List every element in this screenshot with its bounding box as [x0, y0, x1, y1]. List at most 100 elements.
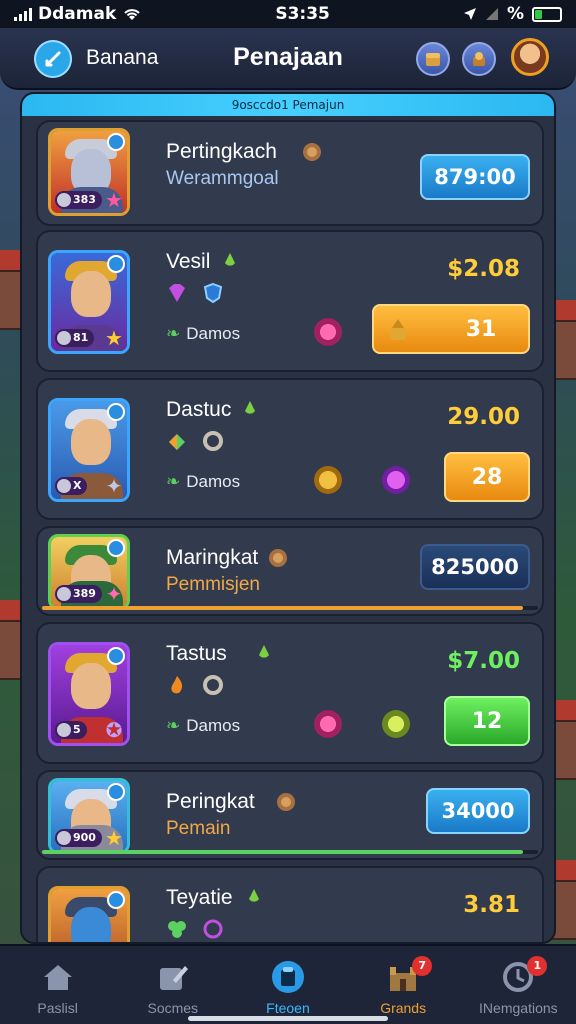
star-icon: ★ — [105, 826, 123, 850]
hero-badge-icon — [107, 255, 125, 273]
nav-grands[interactable]: 7 Grands — [348, 956, 458, 1016]
item-label: ❧ Damos — [166, 716, 241, 735]
chest-icon[interactable] — [416, 42, 450, 76]
profile-avatar[interactable] — [511, 38, 549, 76]
pink-gem-icon — [314, 318, 342, 346]
hero-stat: 383 — [55, 191, 102, 209]
player-subtitle: Pemmisjen — [166, 574, 260, 595]
signal-icon — [14, 7, 32, 21]
hero-stat: 5 — [55, 721, 87, 739]
carrier-label: Ddamak — [38, 4, 117, 24]
silver-ring-icon — [203, 675, 223, 695]
star-icon: ★ — [105, 326, 123, 350]
nav-label: Fteoen — [266, 1000, 310, 1016]
player-subtitle: Pemain — [166, 818, 231, 839]
green-orb-icon — [382, 710, 410, 738]
location-icon — [463, 8, 476, 20]
potion-icon — [238, 398, 262, 422]
price-label: $2.08 — [447, 256, 520, 282]
hero-avatar: 389 ✦ — [48, 534, 130, 610]
panel-banner: 9osccdo1 Pemajun — [22, 94, 554, 116]
edit-icon — [155, 960, 191, 994]
hero-badge-icon — [107, 539, 125, 557]
list-item[interactable]: Teyatie 3.81 — [36, 866, 544, 942]
star-icon: ★ — [105, 188, 123, 212]
nav-scores[interactable]: Socmes — [118, 960, 228, 1016]
buy-button[interactable]: 31 — [372, 304, 530, 354]
bottom-nav: Paslisl Socmes Fteoen 7 Grands 1 INemgat… — [0, 944, 576, 1024]
nav-home[interactable]: Paslisl — [3, 960, 113, 1016]
hero-badge-icon — [107, 133, 125, 151]
purple-swirl-icon — [203, 919, 223, 939]
progress-bar — [42, 606, 538, 610]
nav-notifications[interactable]: 1 INemgations — [463, 956, 573, 1016]
silver-ring-icon — [203, 431, 223, 451]
purple-gem-icon — [169, 284, 185, 302]
hero-avatar: 383 ★ — [48, 128, 130, 216]
list-item[interactable]: 389 ✦ Maringkat Pemmisjen 825000 — [36, 526, 544, 616]
player-name: Vesil — [166, 250, 211, 273]
bronze-medal-icon — [274, 790, 298, 814]
item-label: ❧ Damos — [166, 472, 241, 491]
score-button[interactable]: 34000 — [426, 788, 530, 834]
player-subtitle: Werammgoal — [166, 168, 279, 189]
player-name: Dastuc — [166, 398, 232, 421]
star-icon: ✦ — [105, 582, 123, 606]
no-signal-icon — [485, 8, 498, 20]
pink-gem-icon — [314, 710, 342, 738]
hero-avatar: 900 ★ — [48, 778, 130, 854]
list-item[interactable]: 900 ★ Peringkat Pemain 34000 — [36, 770, 544, 860]
leaf-gem-icon — [169, 434, 185, 450]
wifi-icon — [124, 9, 140, 20]
star-icon: ✪ — [105, 718, 123, 742]
hero-badge-icon — [107, 403, 125, 421]
nav-shop[interactable]: Fteoen — [233, 960, 343, 1016]
nav-label: Paslisl — [37, 1000, 78, 1016]
ranking-panel: 9osccdo1 Pemajun 383 ★ Pertingkach Weram… — [20, 92, 556, 944]
price-label: 29.00 — [447, 404, 520, 430]
hero-badge-icon — [107, 783, 125, 801]
gem-row — [166, 674, 224, 696]
gold-bag-icon — [390, 319, 406, 340]
star-icon: ✦ — [105, 474, 123, 498]
player-name: Maringkat — [166, 546, 259, 569]
battery-percent: % — [506, 4, 524, 24]
nav-label: Grands — [380, 1000, 427, 1016]
list-item[interactable]: 5 ✪ Tastus ❧ Damos $7.00 12 — [36, 622, 544, 764]
status-bar: Ddamak S3:35 % — [0, 0, 576, 28]
notification-badge: 1 — [527, 956, 548, 976]
item-label: ❧ Damos — [166, 324, 241, 343]
hero-avatar: 5 ✪ — [48, 642, 130, 746]
list-item[interactable]: 383 ★ Pertingkach Werammgoal 879:00 — [36, 120, 544, 226]
header: Banana Penajaan — [0, 28, 576, 90]
clover-icon — [168, 921, 186, 938]
gift-icon[interactable] — [462, 42, 496, 76]
battery-icon — [531, 6, 562, 22]
score-button[interactable]: 825000 — [420, 544, 530, 590]
progress-bar — [42, 850, 538, 854]
list-item[interactable]: 81 ★ Vesil ❧ Damos $2.08 31 — [36, 230, 544, 372]
list-item[interactable]: X ✦ Dastuc ❧ Damos 29.00 28 — [36, 378, 544, 520]
hero-badge-icon — [107, 891, 125, 909]
nav-label: Socmes — [147, 1000, 199, 1016]
player-name: Tastus — [166, 642, 227, 665]
buy-button[interactable]: 28 — [444, 452, 530, 502]
gem-row — [166, 918, 224, 940]
player-name: Peringkat — [166, 790, 255, 813]
home-icon — [40, 960, 76, 994]
bronze-medal-icon — [300, 140, 324, 164]
home-indicator[interactable] — [188, 1016, 388, 1021]
player-name: Pertingkach — [166, 140, 277, 163]
hero-stat: X — [55, 477, 88, 495]
potion-icon — [218, 250, 242, 274]
price-label: $7.00 — [447, 648, 520, 674]
hero-stat: 389 — [55, 585, 102, 603]
player-name: Teyatie — [166, 886, 233, 909]
leaf-icon: ❧ — [166, 324, 181, 343]
hero-stat: 81 — [55, 329, 95, 347]
nav-label: INemgations — [479, 1000, 558, 1016]
score-button[interactable]: 879:00 — [420, 154, 530, 200]
potion-icon — [242, 886, 266, 910]
buy-button[interactable]: 12 — [444, 696, 530, 746]
gem-row — [166, 282, 224, 304]
